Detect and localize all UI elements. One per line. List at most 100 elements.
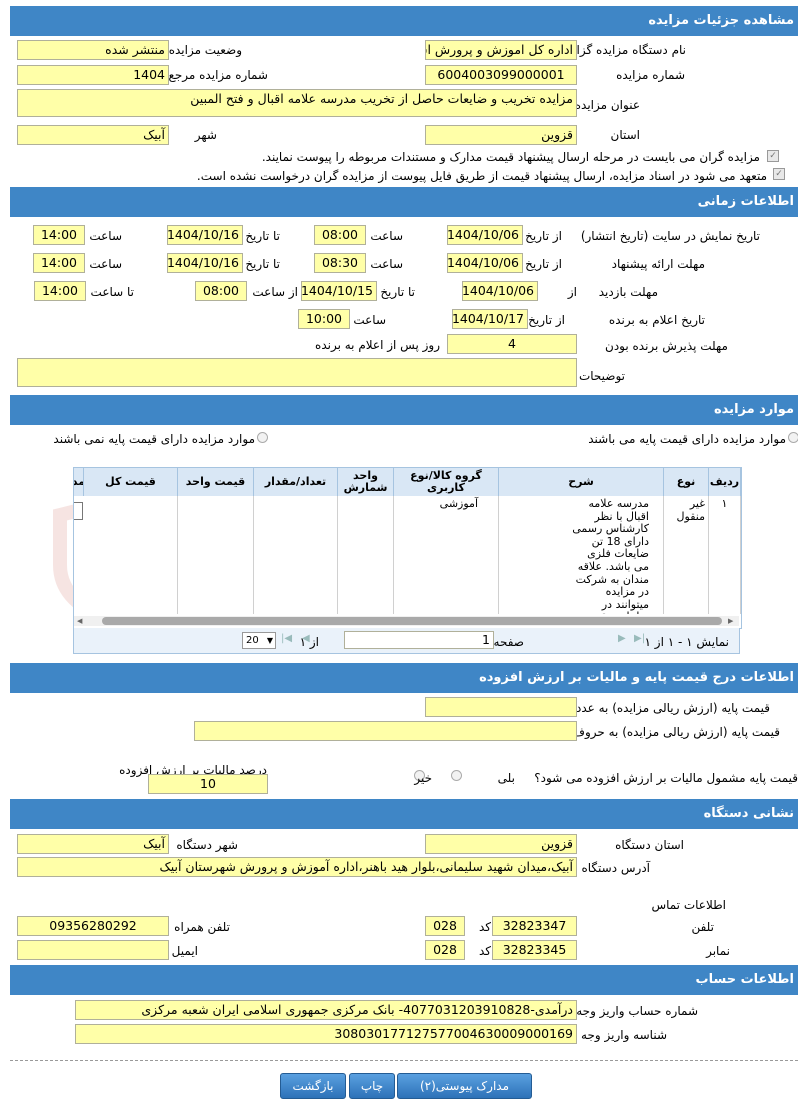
display-to-field: 1404/10/16 [167, 225, 243, 245]
province-label: استان [610, 128, 640, 142]
display-to-hour-label: ساعت [89, 229, 122, 243]
section-header-time: اطلاعات زمانی [10, 187, 798, 217]
visit-to-field: 1404/10/15 [301, 281, 377, 301]
city-label: شهر [194, 128, 217, 142]
notes-field [17, 358, 577, 387]
col-group-header[interactable]: گروه کالا/نوع کاربری [394, 468, 499, 496]
radio-with-base-price-label: موارد مزایده دارای قیمت پایه می باشند [588, 432, 786, 446]
col-type-header[interactable]: نوع [664, 468, 709, 496]
cell-desc: مدرسه علامه اقبال با نظر کارشناس رسمی دا… [499, 496, 664, 614]
winner-hour-field: 10:00 [298, 309, 350, 329]
base-price-words-field [194, 721, 577, 741]
visit-from-field: 1404/10/06 [462, 281, 538, 301]
col-qty-header[interactable]: تعداد/مقدار [254, 468, 338, 496]
display-label: تاریخ نمایش در سایت (تاریخ انتشار) [580, 229, 760, 243]
col-extra-header[interactable]: مد [74, 468, 84, 496]
phone-field: 32823347 [492, 916, 577, 936]
winner-label: تاریخ اعلام به برنده [608, 313, 705, 327]
cell-index: ۱ [709, 496, 741, 614]
org-label: نام دستگاه مزایده گزار [570, 43, 686, 57]
col-unit-price-header[interactable]: قیمت واحد [178, 468, 254, 496]
cell-group: آموزشی [394, 496, 499, 614]
print-button[interactable]: چاپ [349, 1073, 395, 1099]
pager-last-icon[interactable]: |◀ [281, 633, 292, 644]
winner-from-label: از تاریخ [528, 313, 565, 327]
visit-from-label: از [567, 285, 577, 299]
section-header-account: اطلاعات حساب [10, 965, 798, 995]
pager-next-icon[interactable]: ◀ [302, 633, 310, 644]
offer-from-field: 1404/10/06 [447, 253, 523, 273]
display-from-label: از تاریخ [525, 229, 562, 243]
radio-without-base-price[interactable] [257, 432, 268, 443]
pager-page-label: صفحه [493, 635, 524, 649]
section-header-details: مشاهده جزئیات مزایده [10, 6, 798, 36]
pager-prev-icon[interactable]: ▶ [618, 633, 626, 644]
fax-field: 32823345 [492, 940, 577, 960]
payment-id-field: 308030177127577004630009000169 [75, 1024, 577, 1044]
col-total-header[interactable]: قیمت کل [84, 468, 178, 496]
base-price-num-field [425, 697, 577, 717]
offer-to-field: 1404/10/16 [167, 253, 243, 273]
mobile-field: 09356280292 [17, 916, 169, 936]
section-header-price: اطلاعات درج قیمت پایه و مالیات بر ارزش ا… [10, 663, 798, 693]
grid-pager: نمایش ۱ - ۱ از ۱ ▶| ▶ صفحه 1 از ۱ ◀ |◀ 2… [73, 628, 740, 654]
visit-from-hour-field: 08:00 [195, 281, 247, 301]
vat-question-label: قیمت پایه مشمول مالیات بر ارزش افزوده می… [534, 771, 798, 785]
display-from-field: 1404/10/06 [447, 225, 523, 245]
fax-code-label: کد [478, 944, 491, 958]
display-from-hour-label: ساعت [370, 229, 403, 243]
radio-without-base-price-label: موارد مزایده دارای قیمت پایه نمی باشند [53, 432, 255, 446]
row-action-button[interactable] [74, 502, 83, 520]
offer-from-hour-label: ساعت [370, 257, 403, 271]
ref-number-label: شماره مزایده مرجع [168, 68, 268, 82]
offer-from-label: از تاریخ [525, 257, 562, 271]
number-label: شماره مزایده [616, 68, 685, 82]
accept-suffix-label: روز پس از اعلام به برنده [315, 338, 440, 352]
visit-to-label: تا تاریخ [380, 285, 415, 299]
scroll-right-icon[interactable]: ▶ [728, 617, 733, 625]
scrollbar-thumb[interactable] [102, 617, 722, 625]
mobile-label: تلفن همراه [174, 920, 230, 934]
vat-yes-label: بلی [497, 771, 515, 785]
radio-with-base-price[interactable] [788, 432, 798, 443]
cell-unit-price [178, 496, 254, 614]
pager-page-input[interactable]: 1 [344, 631, 494, 649]
back-button[interactable]: بازگشت [280, 1073, 346, 1099]
col-desc-header[interactable]: شرح [499, 468, 664, 496]
winner-hour-label: ساعت [353, 313, 386, 327]
province-field: قزوین [425, 125, 577, 145]
status-label: وضعیت مزایده [168, 43, 242, 57]
vat-yes-radio[interactable] [451, 770, 462, 781]
no-file-offer-checkbox[interactable]: ✓ [773, 168, 785, 180]
offer-to-label: تا تاریخ [245, 257, 280, 271]
org-field: اداره کل اموزش و پرورش استان قزوین [425, 40, 577, 60]
cell-unit [338, 496, 394, 614]
payment-id-label: شناسه واریز وجه [581, 1028, 667, 1042]
page-size-value: 20 [246, 635, 259, 646]
attachments-button[interactable]: مدارک پیوستی(۲) [397, 1073, 532, 1099]
attach-docs-text: مزایده گران می بایست در مرحله ارسال پیشن… [261, 150, 760, 164]
scroll-left-icon[interactable]: ◀ [77, 617, 82, 625]
col-index-header[interactable]: ردیف [709, 468, 741, 496]
section-header-items: موارد مزایده [10, 395, 798, 425]
offer-from-hour-field: 08:30 [314, 253, 366, 273]
cell-total [84, 496, 178, 614]
phone-label: تلفن [691, 920, 714, 934]
display-to-hour-field: 14:00 [33, 225, 85, 245]
base-price-words-label: قیمت پایه (ارزش ریالی مزایده) به حروف [572, 725, 780, 739]
org-city-field: آبیک [17, 834, 169, 854]
col-unit-header[interactable]: واحد شمارش [338, 468, 394, 496]
account-number-label: شماره حساب واریز وجه [576, 1004, 698, 1018]
contact-label: اطلاعات تماس [651, 898, 726, 912]
pager-first-icon[interactable]: ▶| [634, 633, 645, 644]
phone-code-field: 028 [425, 916, 465, 936]
visit-to-hour-field: 14:00 [34, 281, 86, 301]
accept-label: مهلت پذیرش برنده بودن [605, 339, 728, 353]
base-price-num-label: قیمت پایه (ارزش ریالی مزایده) به عدد [575, 701, 770, 715]
org-province-field: قزوین [425, 834, 577, 854]
display-to-label: تا تاریخ [245, 229, 280, 243]
attach-docs-checkbox[interactable]: ✓ [767, 150, 779, 162]
horizontal-scrollbar[interactable]: ◀ ▶ [74, 616, 739, 626]
ref-number-field: 1404 [17, 65, 169, 85]
page-size-select[interactable]: 20 ▼ [242, 632, 276, 649]
